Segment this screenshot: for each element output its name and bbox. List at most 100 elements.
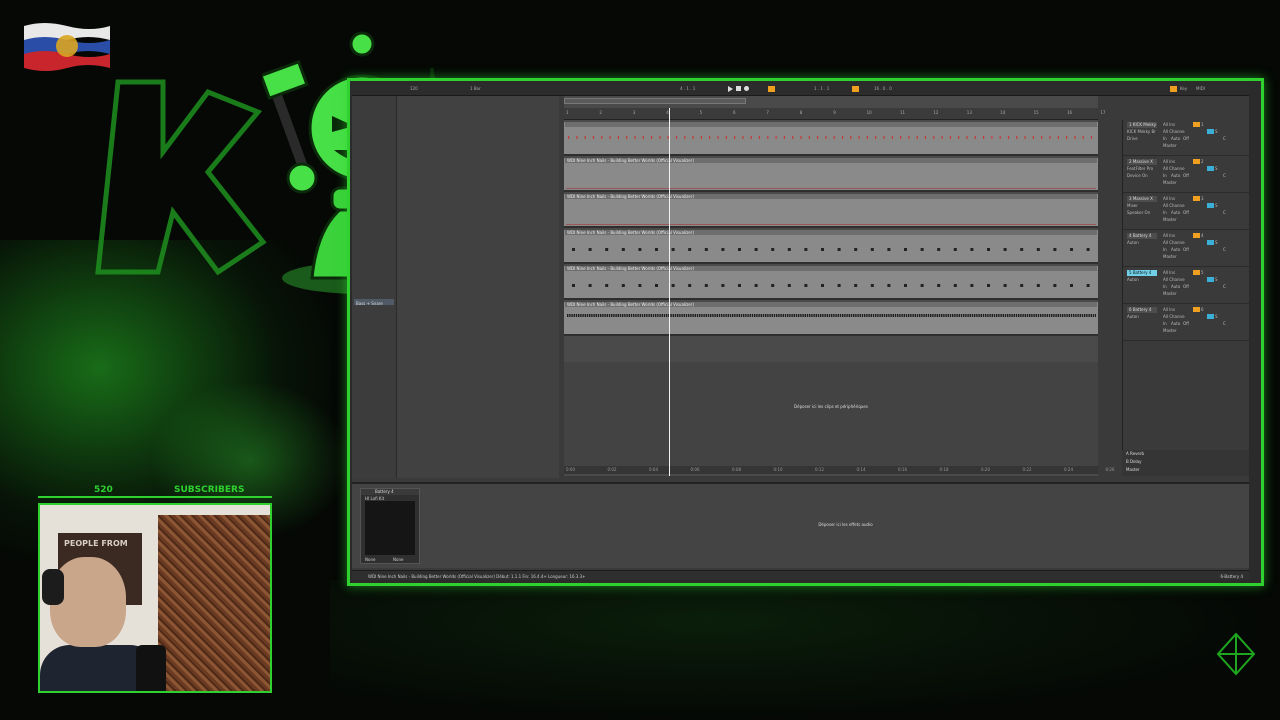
output-select[interactable]: Master [1163, 291, 1177, 296]
track-device[interactable]: Auton [1127, 277, 1161, 282]
track-param[interactable]: Speaker On [1127, 210, 1161, 215]
mixer-channel[interactable]: 2 Massive X FeatFilter Pro Device On All In… [1123, 157, 1250, 193]
track-activator-button[interactable] [1193, 233, 1200, 238]
input-type-select[interactable]: All Ins [1163, 307, 1175, 312]
track-lane-3[interactable]: WDI Nine Inch Nails - Building Better Wo… [564, 194, 1098, 228]
return-track-a[interactable]: A Reverb [1126, 451, 1144, 456]
mixer-channel[interactable]: 4 Battery 4 Auton All Ins All Channe In Auto O… [1123, 231, 1250, 267]
arrangement-overview-bar[interactable] [564, 98, 746, 104]
arrangement-position[interactable]: 4 . 1 . 1 [680, 86, 695, 91]
track-lane-1[interactable] [564, 122, 1098, 156]
input-type-select[interactable]: All Ins [1163, 159, 1175, 164]
track-lane-4[interactable]: WDI Nine Inch Nails - Building Better Wo… [564, 230, 1098, 264]
track-activator-button[interactable] [1193, 122, 1200, 127]
input-channel-select[interactable]: All Channe [1163, 277, 1185, 282]
track-device[interactable]: FeatFilter Pro [1127, 166, 1161, 171]
arm-button[interactable] [1207, 240, 1214, 245]
monitor-auto-button[interactable]: Auto [1171, 321, 1180, 326]
arm-button[interactable] [1207, 129, 1214, 134]
monitor-auto-button[interactable]: Auto [1171, 247, 1180, 252]
output-select[interactable]: Master [1163, 217, 1177, 222]
input-type-select[interactable]: All Ins [1163, 196, 1175, 201]
input-channel-select[interactable]: All Channe [1163, 314, 1185, 319]
monitor-auto-button[interactable]: Auto [1171, 284, 1180, 289]
track-name[interactable]: 3 Massive X [1127, 196, 1157, 202]
track-device[interactable]: KICK Mekky Br [1127, 129, 1161, 134]
track-device[interactable]: Auton [1127, 314, 1161, 319]
loop-start-position[interactable]: 1 . 1 . 1 [814, 86, 829, 91]
track-name[interactable]: 6 Battery 4 [1127, 307, 1157, 313]
track-activator-button[interactable] [1193, 270, 1200, 275]
monitor-in-button[interactable]: In [1163, 284, 1167, 289]
arm-button[interactable] [1207, 314, 1214, 319]
track-param[interactable]: Drive [1127, 136, 1161, 141]
playhead[interactable] [669, 108, 670, 476]
overdub-button[interactable] [768, 86, 775, 92]
input-channel-select[interactable]: All Channe [1163, 166, 1185, 171]
output-select[interactable]: Master [1163, 180, 1177, 185]
monitor-in-button[interactable]: In [1163, 210, 1167, 215]
browser-item-selected[interactable]: Bass + Snare [356, 301, 383, 306]
stop-icon[interactable] [736, 86, 741, 91]
input-type-select[interactable]: All Ins [1163, 270, 1175, 275]
monitor-auto-button[interactable]: Auto [1171, 210, 1180, 215]
input-channel-select[interactable]: All Channe [1163, 129, 1185, 134]
track-name[interactable]: 1 KICK Mekky [1127, 122, 1157, 128]
mixer-channel[interactable]: 1 KICK Mekky KICK Mekky Br Drive All Ins All… [1123, 120, 1250, 156]
output-select[interactable]: Master [1163, 254, 1177, 259]
solo-button[interactable]: S [1215, 166, 1218, 171]
monitor-off-button[interactable]: Off [1183, 247, 1189, 252]
midi-map-label[interactable]: MIDI [1196, 86, 1205, 91]
bar-ruler[interactable]: 1 2 3 4 5 6 7 8 9 10 11 12 13 14 15 16 17 [564, 108, 1105, 120]
solo-button[interactable]: S [1215, 277, 1218, 282]
monitor-in-button[interactable]: In [1163, 321, 1167, 326]
monitor-auto-button[interactable]: Auto [1171, 136, 1180, 141]
track-device[interactable]: Auton [1127, 240, 1161, 245]
mixer-channel[interactable]: 3 Massive X Mixer Speaker On All Ins All Cha… [1123, 194, 1250, 230]
solo-button[interactable]: S [1215, 314, 1218, 319]
solo-button[interactable]: S [1215, 129, 1218, 134]
track-activator-button[interactable] [1193, 196, 1200, 201]
device-input-right[interactable]: None [393, 557, 403, 562]
mixer-channel[interactable]: 6 Battery 4 Auton All Ins All Channe In Auto O… [1123, 305, 1250, 341]
return-track-b[interactable]: B Delay [1126, 459, 1142, 464]
arm-button[interactable] [1207, 203, 1214, 208]
track-name[interactable]: 4 Battery 4 [1127, 233, 1157, 239]
track-lane-2[interactable]: WDI Nine Inch Nails - Building Better Wo… [564, 158, 1098, 192]
track-lane-5[interactable]: WDI Nine Inch Nails - Building Better Wo… [564, 266, 1098, 300]
loop-toggle-button[interactable] [852, 86, 859, 92]
monitor-off-button[interactable]: Off [1183, 173, 1189, 178]
monitor-in-button[interactable]: In [1163, 136, 1167, 141]
track-name[interactable]: 2 Massive X [1127, 159, 1157, 165]
input-channel-select[interactable]: All Channe [1163, 240, 1185, 245]
monitor-off-button[interactable]: Off [1183, 321, 1189, 326]
record-icon[interactable] [744, 86, 749, 91]
play-icon[interactable] [728, 86, 733, 92]
input-type-select[interactable]: All Ins [1163, 122, 1175, 127]
loop-quantize-select[interactable]: 1 Bar [470, 86, 481, 91]
time-ruler[interactable]: 0:00 0:02 0:04 0:06 0:08 0:10 0:12 0:14 0:16 0:18… [564, 466, 1114, 474]
track-activator-button[interactable] [1193, 159, 1200, 164]
monitor-in-button[interactable]: In [1163, 173, 1167, 178]
track-param[interactable]: Device On [1127, 173, 1161, 178]
mixer-channel[interactable]: 5 Battery 4 Auton All Ins All Channe In Auto O… [1123, 268, 1250, 304]
monitor-off-button[interactable]: Off [1183, 284, 1189, 289]
track-activator-button[interactable] [1193, 307, 1200, 312]
solo-button[interactable]: S [1215, 240, 1218, 245]
tempo-display[interactable]: 120 [410, 86, 418, 91]
input-channel-select[interactable]: All Channe [1163, 203, 1185, 208]
output-select[interactable]: Master [1163, 328, 1177, 333]
monitor-auto-button[interactable]: Auto [1171, 173, 1180, 178]
arm-button[interactable] [1207, 277, 1214, 282]
monitor-off-button[interactable]: Off [1183, 136, 1189, 141]
output-select[interactable]: Master [1163, 143, 1177, 148]
track-lane-6[interactable]: WDI Nine Inch Nails - Building Better Wo… [564, 302, 1098, 336]
key-map-button[interactable] [1170, 86, 1177, 92]
device-input-left[interactable]: None [365, 557, 375, 562]
track-name[interactable]: 5 Battery 4 [1127, 270, 1157, 276]
clip-drop-zone[interactable]: Déposer ici les clips et périphériques 0… [564, 362, 1114, 474]
loop-length[interactable]: 16 . 0 . 0 [874, 86, 892, 91]
track-device[interactable]: Mixer [1127, 203, 1161, 208]
monitor-in-button[interactable]: In [1163, 247, 1167, 252]
master-track[interactable]: Master [1126, 467, 1140, 472]
